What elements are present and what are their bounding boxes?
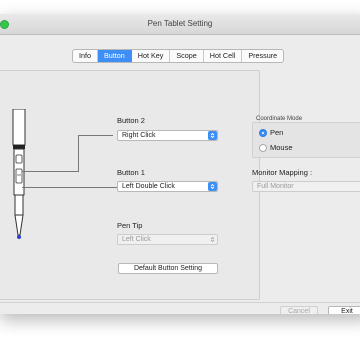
radio-mouse-label: Mouse — [270, 143, 293, 152]
button2-label: Button 2 — [117, 116, 145, 125]
title-bar[interactable]: Pen Tablet Setting — [0, 14, 360, 35]
pen-tip-select[interactable]: Left Click — [117, 234, 218, 245]
pen-tip-value: Left Click — [122, 236, 151, 243]
button2-select[interactable]: Right Click — [117, 130, 218, 141]
monitor-mapping-label: Monitor Mapping : — [252, 168, 313, 177]
radio-pen[interactable]: Pen — [259, 128, 283, 137]
tab-hot-cell[interactable]: Hot Cell — [204, 50, 243, 62]
button1-value: Left Double Click — [122, 183, 175, 190]
tab-scope[interactable]: Scope — [170, 50, 204, 62]
window-title: Pen Tablet Setting — [147, 19, 213, 28]
cancel-button[interactable]: Cancel — [280, 306, 318, 314]
button2-leader-line — [22, 124, 48, 172]
exit-button[interactable]: Exit — [328, 306, 360, 314]
pen-tablet-window: Pen Tablet Setting Info Button Hot Key S… — [0, 14, 360, 314]
tab-bar: Info Button Hot Key Scope Hot Cell Press… — [72, 49, 285, 63]
button2-leader-vertical — [78, 135, 113, 172]
radio-pen-label: Pen — [270, 128, 284, 137]
select-arrows-icon — [208, 131, 217, 140]
tab-button[interactable]: Button — [98, 50, 132, 62]
monitor-mapping-value: Full Monitor — [257, 183, 294, 190]
monitor-mapping-select[interactable]: Full Monitor — [252, 181, 360, 192]
footer-divider — [0, 302, 360, 303]
radio-mouse[interactable]: Mouse — [259, 143, 293, 152]
button2-leader-horizontal — [22, 171, 79, 172]
default-button-setting-button[interactable]: Default Button Setting — [118, 263, 218, 274]
radio-selected-icon — [259, 128, 267, 137]
button1-label: Button 1 — [117, 168, 145, 177]
select-arrows-icon — [208, 182, 217, 191]
button2-value: Right Click — [122, 132, 156, 139]
main-content: Info Button Hot Key Scope Hot Cell Press… — [0, 35, 360, 314]
pen-tip-label: Pen Tip — [117, 221, 143, 230]
tab-pressure[interactable]: Pressure — [242, 50, 283, 62]
coordinate-mode-group: Pen Mouse — [252, 122, 360, 158]
tab-hot-key[interactable]: Hot Key — [132, 50, 171, 62]
tab-info[interactable]: Info — [73, 50, 98, 62]
button1-leader-line — [22, 187, 117, 188]
radio-unselected-icon — [259, 143, 267, 152]
button1-select[interactable]: Left Double Click — [117, 181, 218, 192]
select-arrows-icon — [208, 235, 217, 244]
